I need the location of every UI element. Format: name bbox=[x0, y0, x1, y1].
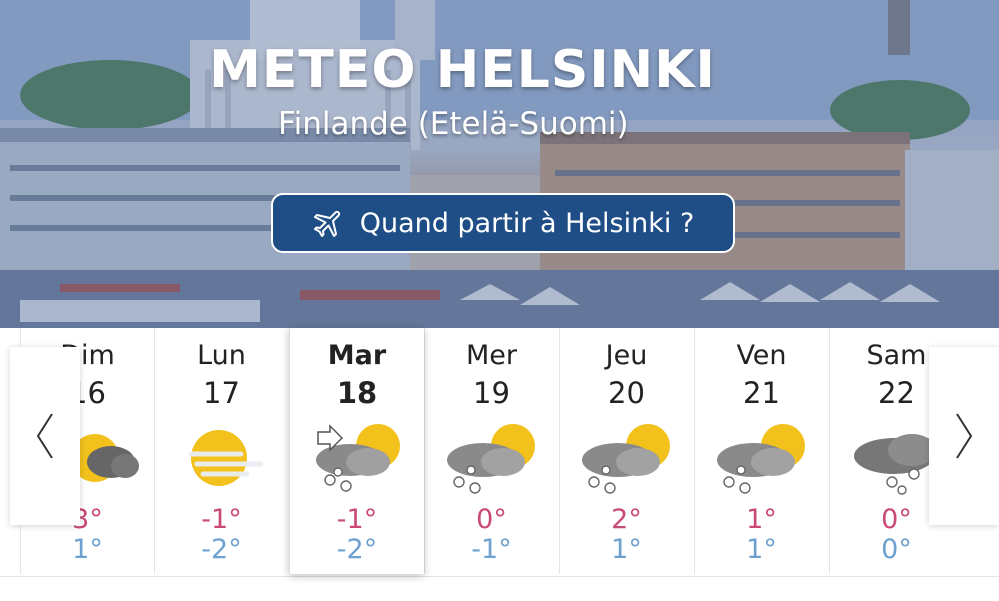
snow-sun-icon bbox=[447, 424, 535, 494]
next-days-button[interactable] bbox=[929, 347, 999, 525]
when-to-go-button[interactable]: Quand partir à Helsinki ? bbox=[271, 193, 735, 253]
forecast-day[interactable]: Jeu 20 2° 1° bbox=[559, 328, 693, 574]
temp-max: 0° bbox=[476, 504, 507, 535]
hazy-sun-icon bbox=[188, 430, 264, 486]
temp-min: 0° bbox=[881, 534, 912, 565]
airplane-icon bbox=[313, 210, 340, 238]
day-name: Jeu bbox=[605, 340, 648, 371]
day-name: Lun bbox=[197, 340, 246, 371]
day-number: 18 bbox=[336, 376, 378, 410]
when-to-go-label: Quand partir à Helsinki ? bbox=[359, 207, 695, 239]
temp-min: 1° bbox=[746, 534, 777, 565]
temp-min: -2° bbox=[336, 534, 378, 565]
day-number: 20 bbox=[608, 376, 645, 410]
day-name: Mer bbox=[465, 340, 517, 371]
forecast-strip: Dim 16 3° 1° Lun 17 -1° -2° Mar 18 -1° -… bbox=[0, 328, 999, 577]
location-subtitle: Finlande (Etelä-Suomi) bbox=[278, 106, 629, 142]
temp-max: 2° bbox=[611, 504, 642, 535]
forecast-day-selected[interactable]: Mar 18 -1° -2° bbox=[289, 328, 424, 574]
forecast-day[interactable]: Mer 19 0° -1° bbox=[424, 328, 558, 574]
temp-min: 1° bbox=[72, 534, 103, 565]
forecast-day[interactable]: Lun 17 -1° -2° bbox=[154, 328, 288, 574]
chevron-right-icon bbox=[956, 413, 973, 459]
temp-min: -2° bbox=[201, 534, 242, 565]
chevron-left-icon bbox=[36, 413, 53, 459]
day-name: Ven bbox=[736, 340, 787, 371]
day-number: 21 bbox=[743, 376, 780, 410]
previous-days-button[interactable] bbox=[10, 347, 80, 525]
snow-sun-icon bbox=[717, 424, 805, 494]
forecast-day[interactable]: Ven 21 1° 1° bbox=[694, 328, 828, 574]
day-number: 17 bbox=[203, 376, 240, 410]
temp-min: -1° bbox=[471, 534, 512, 565]
wind-snow-sun-icon bbox=[316, 424, 400, 492]
day-name: Mar bbox=[327, 340, 387, 371]
temp-max: -1° bbox=[201, 504, 242, 535]
temp-max: -1° bbox=[336, 504, 378, 535]
page-title: METEO HELSINKI bbox=[209, 40, 716, 100]
temp-max: 1° bbox=[746, 504, 777, 535]
hero-banner: METEO HELSINKI Finlande (Etelä-Suomi) Qu… bbox=[0, 0, 999, 328]
temp-min: 1° bbox=[611, 534, 642, 565]
snow-sun-icon bbox=[582, 424, 670, 494]
day-number: 19 bbox=[473, 376, 510, 410]
